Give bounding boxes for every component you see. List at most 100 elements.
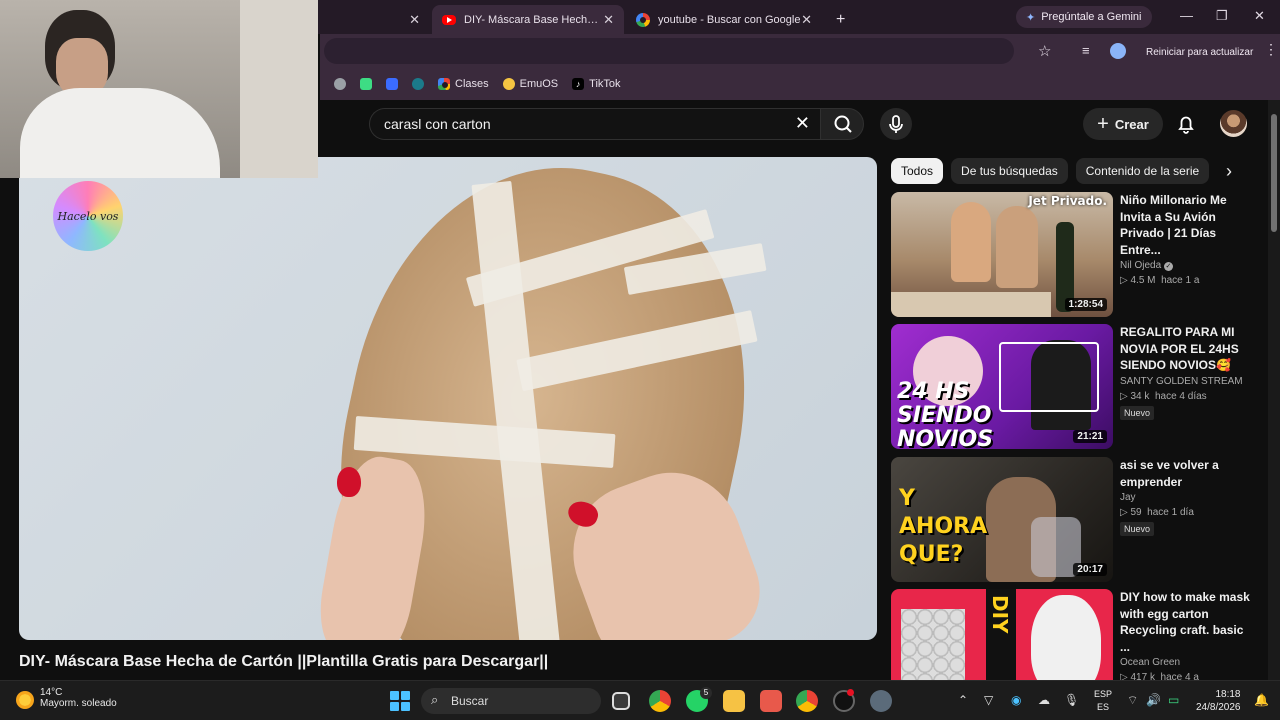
battery-icon[interactable]: ▭ bbox=[1168, 693, 1179, 707]
chip-contenido-de-la-serie[interactable]: Contenido de la serie bbox=[1075, 158, 1210, 184]
start-button[interactable] bbox=[390, 691, 410, 711]
volume-icon[interactable]: 🔊 bbox=[1146, 693, 1161, 707]
youtube-favicon-icon bbox=[442, 14, 456, 25]
maximize-icon[interactable]: ❐ bbox=[1216, 8, 1228, 24]
plus-icon: + bbox=[1097, 112, 1109, 135]
profile-icon[interactable] bbox=[1110, 43, 1126, 59]
language-indicator[interactable]: ESP ES bbox=[1094, 688, 1112, 714]
address-bar[interactable] bbox=[324, 38, 1014, 64]
thumb-table bbox=[891, 292, 1051, 317]
video-player[interactable]: Hacelo vos bbox=[19, 157, 877, 640]
reading-list-icon[interactable]: ≡ bbox=[1082, 43, 1090, 58]
weather-widget[interactable]: 14°C Mayorm. soleado bbox=[16, 687, 117, 709]
notifications-button[interactable] bbox=[1172, 110, 1200, 138]
minimize-icon[interactable]: — bbox=[1180, 8, 1193, 23]
rec-channel[interactable]: Nil Ojeda bbox=[1120, 260, 1161, 271]
recommendation-item[interactable]: 24 HS SIENDO NOVIOS 21:21 REGALITO PARA … bbox=[891, 324, 1261, 450]
recommendation-item[interactable]: Jet Privado. 1:28:54 Niño Millonario Me … bbox=[891, 192, 1261, 318]
search-button[interactable] bbox=[820, 108, 864, 140]
clear-search-icon[interactable]: ✕ bbox=[795, 113, 810, 134]
chevron-right-icon[interactable]: › bbox=[1216, 158, 1242, 184]
lang-layout: ES bbox=[1097, 702, 1110, 712]
tab-title: DIY- Máscara Base Hecha de Ca bbox=[464, 13, 602, 26]
rec-channel[interactable]: SANTY GOLDEN STREAM bbox=[1120, 376, 1252, 387]
rec-title[interactable]: REGALITO PARA MI NOVIA POR EL 24HS SIEND… bbox=[1120, 324, 1252, 374]
rec-title[interactable]: asi se ve volver a emprender bbox=[1120, 457, 1252, 490]
chrome-icon[interactable] bbox=[649, 690, 671, 712]
filter-chips: Todos De tus búsquedas Contenido de la s… bbox=[891, 158, 1210, 184]
notification-badge: 5 bbox=[700, 687, 712, 699]
rec-title[interactable]: Niño Millonario Me Invita a Su Avión Pri… bbox=[1120, 192, 1252, 258]
play-icon: ▷ bbox=[1120, 507, 1128, 518]
page-scrollbar[interactable] bbox=[1268, 100, 1280, 680]
task-view-icon[interactable] bbox=[612, 692, 630, 710]
close-tab-icon[interactable]: ✕ bbox=[603, 12, 614, 28]
app-icon[interactable] bbox=[760, 690, 782, 712]
close-window-icon[interactable]: ✕ bbox=[1254, 8, 1265, 24]
sun-icon bbox=[16, 691, 34, 709]
bookmark-globe[interactable] bbox=[334, 78, 346, 90]
wifi-icon[interactable]: ⌔ bbox=[1127, 693, 1138, 708]
scrollbar-thumb[interactable] bbox=[1271, 114, 1277, 232]
taskbar-search[interactable]: ⌕ Buscar bbox=[421, 688, 601, 714]
rec-age: hace 1 día bbox=[1147, 507, 1194, 518]
tray-app-icon[interactable]: ▽ bbox=[984, 693, 993, 707]
chip-de-tus-busquedas[interactable]: De tus búsquedas bbox=[951, 158, 1068, 184]
rec-channel[interactable]: Jay bbox=[1120, 492, 1252, 503]
menu-kebab-icon[interactable]: ⋮ bbox=[1264, 41, 1278, 58]
bookmark-android[interactable] bbox=[360, 78, 372, 90]
rec-title[interactable]: DIY how to make mask with egg carton Rec… bbox=[1120, 589, 1252, 655]
search-input[interactable]: carasl con carton ✕ bbox=[369, 108, 820, 140]
chip-todos[interactable]: Todos bbox=[891, 158, 944, 184]
avatar[interactable] bbox=[1220, 110, 1247, 137]
recommendation-item[interactable]: Y AHORA QUE? 20:17 asi se ve volver a em… bbox=[891, 457, 1261, 583]
duration-badge: 20:17 bbox=[1073, 563, 1107, 576]
bookmark-tiktok[interactable]: ♪ TikTok bbox=[572, 78, 621, 90]
chevron-up-icon[interactable]: ⌃ bbox=[958, 693, 968, 707]
thumb-caption: Jet Privado. bbox=[1028, 194, 1107, 208]
new-tab-button[interactable]: + bbox=[826, 5, 852, 34]
tray-mic-icon[interactable]: 🎙 bbox=[1064, 693, 1079, 707]
video-frame-nail bbox=[337, 467, 361, 497]
notification-bell-icon[interactable]: 🔔 bbox=[1254, 693, 1269, 707]
tray-cloud-icon[interactable]: ☁ bbox=[1038, 693, 1050, 707]
bookmark-label: TikTok bbox=[589, 78, 621, 90]
settings-gear-icon[interactable] bbox=[870, 690, 892, 712]
bookmark-blue[interactable] bbox=[386, 78, 398, 90]
close-tab-icon[interactable]: ✕ bbox=[409, 12, 420, 28]
voice-search-button[interactable] bbox=[880, 108, 912, 140]
channel-watermark-logo: Hacelo vos bbox=[53, 181, 123, 251]
bookmark-emuos[interactable]: EmuOS bbox=[502, 78, 558, 90]
search-icon bbox=[834, 115, 852, 133]
tab-youtube-video[interactable]: DIY- Máscara Base Hecha de Ca ✕ bbox=[432, 5, 624, 34]
microphone-icon bbox=[889, 115, 903, 133]
tab-hidden[interactable]: ✕ bbox=[320, 5, 430, 34]
tray-sync-icon[interactable]: ◉ bbox=[1011, 693, 1021, 707]
rec-channel[interactable]: Ocean Green bbox=[1120, 657, 1252, 668]
recommendation-item[interactable]: DIY DIY how to make mask with egg carton… bbox=[891, 589, 1261, 680]
close-tab-icon[interactable]: ✕ bbox=[801, 12, 812, 28]
gemini-button[interactable]: ✦ Pregúntale a Gemini bbox=[1016, 6, 1152, 28]
thumb-egg-carton bbox=[901, 609, 965, 680]
bookmark-star-icon[interactable]: ☆ bbox=[1038, 42, 1051, 60]
tab-title: youtube - Buscar con Google bbox=[658, 13, 801, 26]
bookmark-clases[interactable]: Clases bbox=[438, 78, 489, 90]
chrome-profile-icon[interactable] bbox=[796, 690, 818, 712]
bookmark-edge[interactable] bbox=[412, 78, 424, 90]
tiktok-icon: ♪ bbox=[572, 78, 585, 90]
thumb-person bbox=[951, 202, 991, 282]
duration-badge: 21:21 bbox=[1073, 430, 1107, 443]
webcam-person bbox=[20, 10, 230, 178]
video-thumbnail[interactable]: DIY bbox=[891, 589, 1113, 680]
play-icon: ▷ bbox=[1120, 390, 1128, 402]
windows-taskbar: 14°C Mayorm. soleado ⌕ Buscar 5 ⌃ ▽ ◉ ☁ … bbox=[0, 680, 1280, 720]
file-explorer-icon[interactable] bbox=[723, 690, 745, 712]
update-button[interactable]: Reiniciar para actualizar bbox=[1136, 42, 1263, 62]
thumb-caption: DIY bbox=[988, 595, 1012, 634]
video-thumbnail[interactable]: Jet Privado. 1:28:54 bbox=[891, 192, 1113, 317]
create-button[interactable]: + Crear bbox=[1083, 108, 1163, 140]
system-clock[interactable]: 18:18 24/8/2026 bbox=[1196, 688, 1241, 714]
video-thumbnail[interactable]: Y AHORA QUE? 20:17 bbox=[891, 457, 1113, 582]
tab-google-search[interactable]: youtube - Buscar con Google ✕ bbox=[626, 5, 822, 34]
video-thumbnail[interactable]: 24 HS SIENDO NOVIOS 21:21 bbox=[891, 324, 1113, 449]
